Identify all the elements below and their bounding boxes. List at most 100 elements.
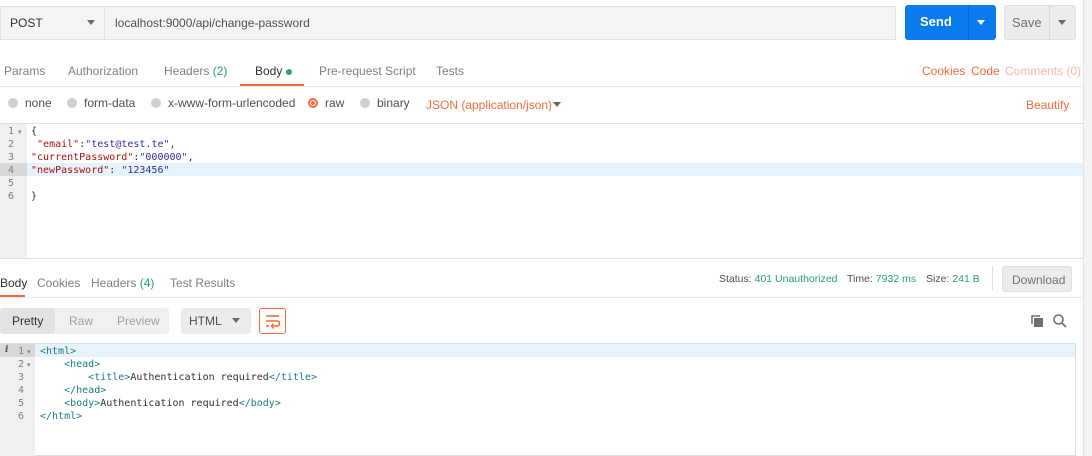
code-line-2: "email":"test@test.te",: [37, 139, 176, 150]
content-type-select[interactable]: JSON (application/json): [426, 98, 552, 112]
response-line-3: <title>Authentication required</title>: [88, 372, 317, 383]
send-button[interactable]: Send: [905, 5, 996, 40]
send-chevron-down-icon[interactable]: [977, 20, 985, 25]
download-button[interactable]: Download: [1002, 266, 1072, 292]
radio-urlencoded[interactable]: x-www-form-urlencoded: [151, 96, 295, 110]
line-number: 3: [17, 372, 24, 383]
code-line-1: {: [31, 126, 38, 137]
tab-headers[interactable]: Headers (2): [164, 64, 227, 78]
radio-none-label: none: [25, 96, 52, 110]
save-chevron-down-icon[interactable]: [1058, 20, 1066, 25]
size-readout: Size: 241 B: [926, 273, 980, 285]
radio-urlencoded-label: x-www-form-urlencoded: [168, 96, 296, 110]
radio-binary-label: binary: [377, 96, 410, 110]
send-label: Send: [920, 14, 952, 29]
format-select[interactable]: HTML: [181, 308, 251, 334]
radio-raw-circle: [308, 98, 318, 108]
radio-form-data-label: form-data: [84, 96, 136, 110]
radio-form-data[interactable]: form-data: [67, 96, 135, 110]
response-tab-headers-label: Headers: [91, 276, 137, 290]
tab-headers-count: (2): [212, 64, 228, 78]
size-value: 241 B: [952, 273, 980, 285]
url-text: localhost:9000/api/change-password: [115, 16, 310, 30]
code-line-4: "newPassword": "123456": [31, 165, 170, 176]
chevron-down-icon[interactable]: [553, 102, 561, 107]
save-label: Save: [1012, 15, 1042, 30]
tab-tests[interactable]: Tests: [436, 64, 464, 78]
response-line-1: <html>: [40, 346, 77, 357]
copy-icon[interactable]: [1029, 313, 1045, 329]
line-number: 1: [7, 126, 14, 137]
response-tab-body[interactable]: Body: [0, 276, 27, 290]
beautify-link[interactable]: Beautify: [1026, 98, 1069, 112]
line-number: 6: [17, 411, 24, 422]
tab-body-label: Body: [255, 64, 283, 78]
response-tab-headers-count: (4): [139, 276, 155, 290]
window-scrollbar[interactable]: [1083, 0, 1092, 456]
radio-form-data-circle: [67, 98, 77, 108]
radio-binary-circle: [360, 98, 370, 108]
response-tabs-divider: [0, 297, 1085, 298]
view-raw[interactable]: Raw: [69, 314, 93, 328]
response-line-4: </head>: [64, 385, 107, 396]
line-number: 5: [7, 178, 14, 189]
line-number: 2: [17, 359, 24, 370]
modified-dot-icon: [286, 68, 293, 75]
url-input[interactable]: localhost:9000/api/change-password: [104, 6, 896, 40]
line-number: 5: [17, 398, 24, 409]
download-label: Download: [1012, 273, 1066, 287]
line-number: 6: [7, 191, 14, 202]
format-label: HTML: [189, 314, 222, 328]
comments-link[interactable]: Comments (0): [1005, 64, 1081, 78]
status-value: 401 Unauthorized: [754, 273, 838, 285]
radio-urlencoded-circle: [151, 98, 161, 108]
response-tab-cookies[interactable]: Cookies: [37, 276, 80, 290]
tab-headers-label: Headers: [164, 64, 210, 78]
response-tab-test-results[interactable]: Test Results: [170, 276, 235, 290]
cookies-link[interactable]: Cookies: [922, 64, 965, 78]
time-readout: Time: 7932 ms: [847, 273, 917, 285]
response-view-toggle: Pretty Raw Preview: [0, 308, 169, 334]
chevron-down-icon: [232, 318, 240, 323]
radio-binary[interactable]: binary: [360, 96, 410, 110]
radio-raw[interactable]: raw: [308, 96, 344, 110]
response-line-6: </html>: [40, 411, 83, 422]
response-line-5: <body>Authentication required</body>: [64, 398, 281, 409]
status-readout: Status: 401 Unauthorized: [719, 273, 838, 285]
time-value: 7932 ms: [875, 273, 917, 285]
wrap-lines-icon: [266, 315, 281, 329]
tab-prerequest-script[interactable]: Pre-request Script: [319, 64, 416, 78]
send-divider: [968, 5, 969, 40]
search-icon[interactable]: [1052, 313, 1068, 329]
code-link[interactable]: Code: [971, 64, 1000, 78]
code-line-6: }: [31, 191, 38, 202]
active-line-highlight: [0, 344, 1075, 357]
code-line-3: "currentPassword":"000000",: [31, 152, 194, 163]
radio-none[interactable]: none: [8, 96, 52, 110]
line-number: 1: [17, 346, 24, 357]
line-number: 2: [7, 139, 14, 150]
radio-none-circle: [8, 98, 18, 108]
chevron-down-icon: [87, 20, 95, 25]
tab-params[interactable]: Params: [4, 64, 45, 78]
radio-raw-label: raw: [325, 96, 345, 110]
fold-arrow-icon[interactable]: ▾: [18, 128, 22, 136]
download-divider: [992, 266, 993, 290]
line-number: 4: [17, 385, 24, 396]
save-divider: [1049, 6, 1050, 39]
view-pretty[interactable]: Pretty: [12, 314, 43, 328]
tab-body[interactable]: Body: [255, 64, 293, 78]
line-number: 4: [7, 165, 14, 176]
fold-arrow-icon[interactable]: ▾: [27, 348, 31, 356]
method-label: POST: [10, 16, 43, 30]
view-preview[interactable]: Preview: [117, 314, 160, 328]
tab-authorization[interactable]: Authorization: [68, 64, 138, 78]
save-button[interactable]: Save: [1004, 5, 1076, 40]
response-tab-headers[interactable]: Headers (4): [91, 276, 154, 290]
fold-arrow-icon[interactable]: ▾: [27, 361, 31, 369]
response-line-2: <head>: [64, 359, 101, 370]
line-number: 3: [7, 152, 14, 163]
method-select[interactable]: POST: [0, 6, 104, 40]
wrap-lines-button[interactable]: [259, 308, 286, 334]
tabs-divider: [0, 86, 1085, 87]
